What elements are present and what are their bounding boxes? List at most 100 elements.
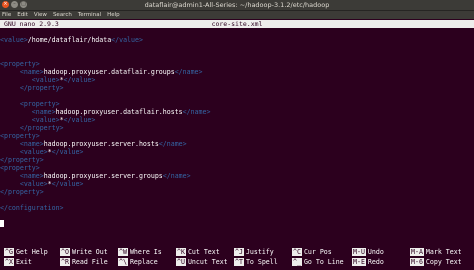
shortcut-key: ^W (118, 248, 128, 256)
editor-line: <value>*</value> (0, 116, 96, 124)
shortcut-label: Go To Line (303, 258, 344, 266)
file-name: core-site.xml (211, 20, 263, 28)
window-title: dataflair@admin1-All-Series: ~/hadoop-3.… (144, 1, 330, 9)
editor-line: <property> (0, 60, 40, 68)
shortcut-bar: ^G Get Help ^O Write Out ^W Where Is ^K Cut Tex… (0, 248, 474, 268)
xml-close-tag: </value> (111, 36, 143, 44)
shortcut-key: ^O (60, 248, 70, 256)
shortcut-key: ^G (4, 248, 14, 256)
editor-line: <value>*</value> (0, 180, 84, 188)
xml-open-tag: <name> (31, 108, 56, 116)
shortcut-label: Replace (129, 258, 158, 266)
xml-open-tag: <name> (19, 172, 44, 180)
xml-open-tag: <property> (19, 100, 60, 108)
xml-open-tag: <property> (0, 164, 40, 172)
shortcut-key: ^J (234, 248, 244, 256)
shortcut-where-is[interactable]: ^W Where Is (118, 248, 162, 256)
shortcut-exit[interactable]: ^X Exit (4, 258, 32, 266)
xml-open-tag: <value> (31, 76, 60, 84)
editor-line: </property> (0, 124, 64, 132)
xml-text: hadoop.proxyuser.dataflair.groups (43, 68, 175, 76)
shortcut-key: ^U (176, 258, 186, 266)
shortcut-redo[interactable]: M-E Redo (352, 258, 384, 266)
shortcut-key: ^_ (292, 258, 302, 266)
shortcut-label: Exit (15, 258, 32, 266)
xml-text: hadoop.proxyuser.server.hosts (43, 140, 159, 148)
shortcut-key: ^C (292, 248, 302, 256)
shortcut-cur-pos[interactable]: ^C Cur Pos (292, 248, 332, 256)
xml-open-tag: </property> (19, 124, 64, 132)
xml-open-tag: </property> (0, 156, 44, 164)
xml-open-tag: <property> (0, 60, 40, 68)
shortcut-to-spell[interactable]: ^T To Spell (234, 258, 278, 266)
menu-edit[interactable]: Edit (17, 11, 28, 19)
shortcut-key: ^X (4, 258, 14, 266)
shortcut-cut-text[interactable]: ^K Cut Text (176, 248, 220, 256)
shortcut-label: Mark Text (425, 248, 462, 256)
menu-search[interactable]: Search (53, 11, 72, 19)
shortcut-label: Cur Pos (303, 248, 332, 256)
shortcut-read-file[interactable]: ^R Read File (60, 258, 108, 266)
shortcut-go-to-line[interactable]: ^_ Go To Line (292, 258, 344, 266)
editor-line: <name>hadoop.proxyuser.dataflair.groups<… (0, 68, 203, 76)
xml-close-tag: </name> (162, 172, 191, 180)
shortcut-mark-text[interactable]: M-A Mark Text (410, 248, 462, 256)
shortcut-copy-text[interactable]: M-6 Copy Text (410, 258, 462, 266)
menu-file[interactable]: File (2, 11, 11, 19)
shortcut-get-help[interactable]: ^G Get Help (4, 248, 48, 256)
menu-help[interactable]: Help (107, 11, 120, 19)
editor-line: <value>*</value> (0, 76, 96, 84)
nano-header-bar: GNU nano 2.9.3 core-site.xml (0, 20, 474, 28)
editor-line: </property> (0, 188, 44, 196)
shortcut-write-out[interactable]: ^O Write Out (60, 248, 108, 256)
xml-open-tag: </property> (19, 84, 64, 92)
shortcut-key: ^T (234, 258, 244, 266)
shortcut-label: To Spell (245, 258, 278, 266)
shortcut-label: Get Help (15, 248, 48, 256)
shortcut-label: Copy Text (425, 258, 462, 266)
xml-text: /home/dataflair/hdata (27, 36, 112, 44)
shortcut-label: Read File (71, 258, 108, 266)
shortcut-label: Cut Text (187, 248, 220, 256)
menu-terminal[interactable]: Terminal (78, 11, 101, 19)
editor-line: <property> (0, 164, 40, 172)
shortcut-uncut-text[interactable]: ^U Uncut Text (176, 258, 228, 266)
xml-close-tag: </value> (51, 180, 84, 188)
editor-line: <value>*</value> (0, 148, 84, 156)
xml-open-tag: <name> (19, 68, 44, 76)
shortcut-key: M-6 (410, 258, 424, 266)
editor-line: <name>hadoop.proxyuser.dataflair.hosts</… (0, 108, 211, 116)
xml-close-tag: </name> (158, 140, 187, 148)
editor-line: </property> (0, 156, 44, 164)
editor-line: </configuration> (0, 204, 64, 212)
shortcut-label: Redo (367, 258, 384, 266)
shortcut-key: ^\ (118, 258, 128, 266)
xml-open-tag: <value> (31, 116, 60, 124)
shortcut-key: ^K (176, 248, 186, 256)
editor-line: <property> (0, 100, 60, 108)
xml-close-tag: </value> (63, 76, 96, 84)
menu-bar: File Edit View Search Terminal Help (0, 11, 474, 19)
shortcut-justify[interactable]: ^J Justify (234, 248, 274, 256)
xml-open-tag: <value> (19, 148, 48, 156)
xml-close-tag: </name> (182, 108, 211, 116)
editor-line: <value>/home/dataflair/hdata</value> (0, 36, 143, 44)
xml-close-tag: </value> (51, 148, 84, 156)
shortcut-replace[interactable]: ^\ Replace (118, 258, 158, 266)
terminal-area[interactable]: GNU nano 2.9.3 core-site.xml <value>/hom… (0, 19, 474, 270)
shortcut-label: Uncut Text (187, 258, 228, 266)
shortcut-key: M-E (352, 258, 366, 266)
xml-open-tag: <value> (19, 180, 48, 188)
xml-open-tag: <property> (0, 132, 40, 140)
window-titlebar: × – □ dataflair@admin1-All-Series: ~/had… (0, 0, 474, 11)
xml-close-tag: </name> (174, 68, 203, 76)
shortcut-label: Where Is (129, 248, 162, 256)
shortcut-label: Write Out (71, 248, 108, 256)
shortcut-key: M-U (352, 248, 366, 256)
xml-open-tag: </configuration> (0, 204, 64, 212)
shortcut-key: ^R (60, 258, 70, 266)
editor-line: <name>hadoop.proxyuser.server.groups</na… (0, 172, 191, 180)
shortcut-undo[interactable]: M-U Undo (352, 248, 384, 256)
menu-view[interactable]: View (34, 11, 47, 19)
xml-open-tag: <name> (19, 140, 44, 148)
